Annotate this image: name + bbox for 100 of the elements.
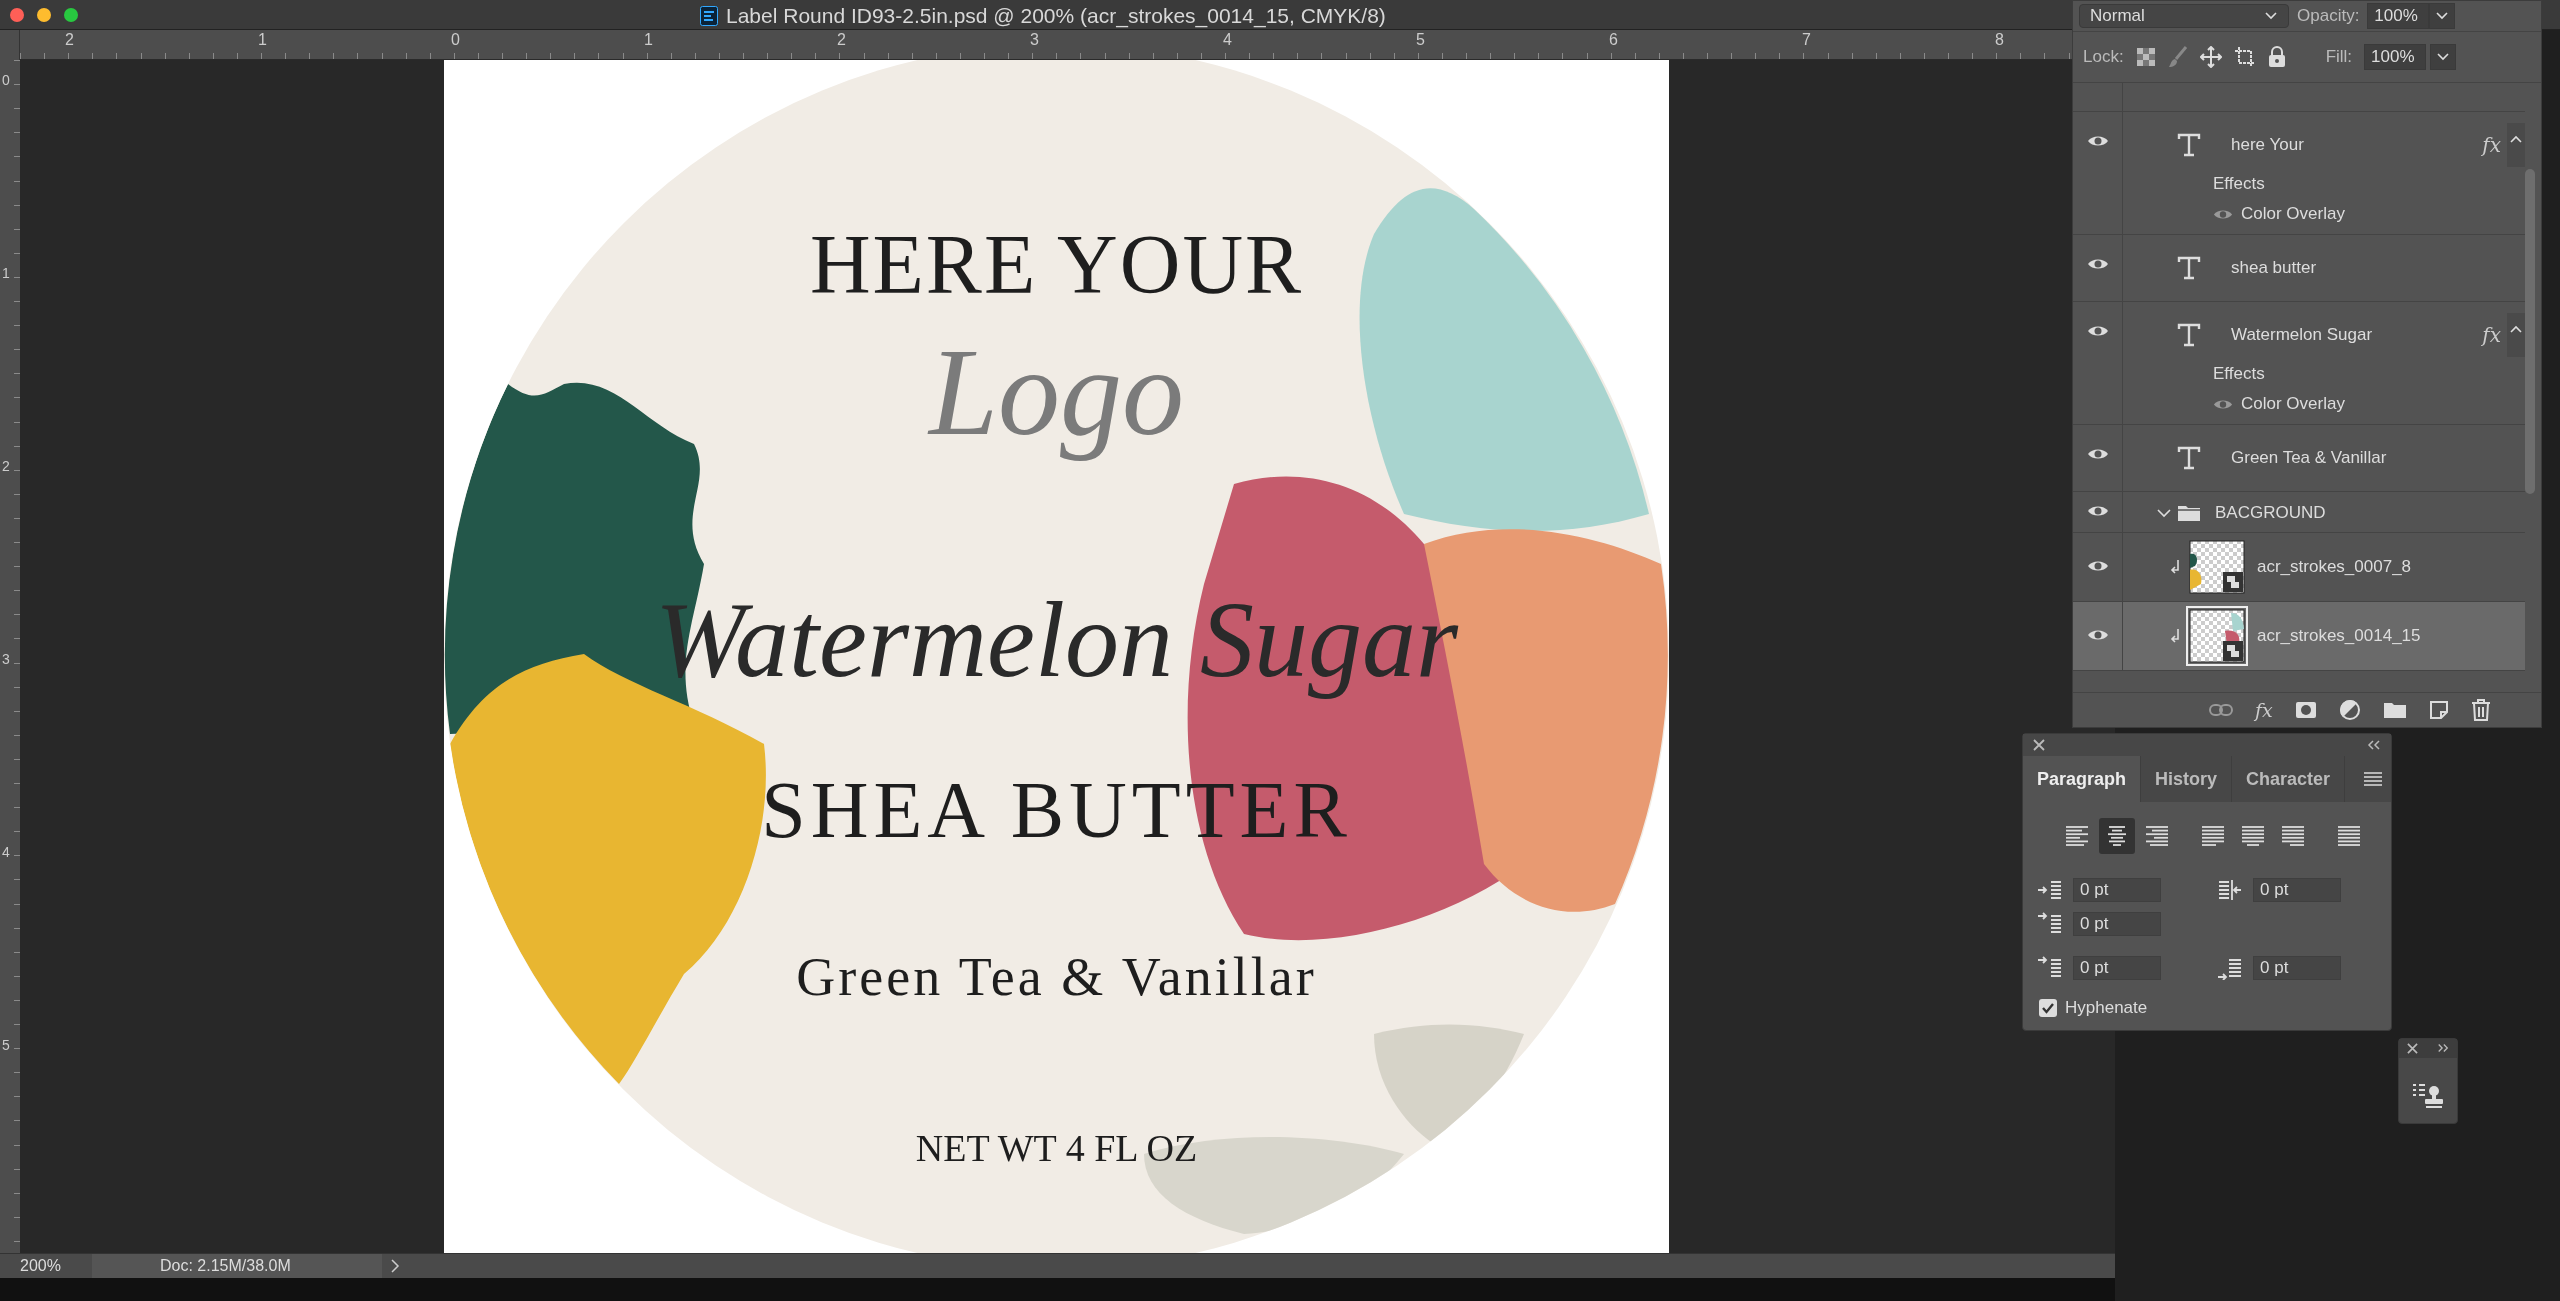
label-text: NET WT 4 FL OZ — [915, 1126, 1198, 1171]
layer-thumbnail — [2189, 609, 2245, 663]
caret-up-icon — [2510, 325, 2522, 333]
move-icon[interactable] — [2199, 46, 2222, 68]
caret-icon — [2264, 11, 2278, 21]
new-layer-icon[interactable] — [2428, 700, 2449, 720]
collapse-effects-button[interactable] — [2507, 123, 2525, 167]
layer-row[interactable]: here Your fx Effects Color Overlay — [2073, 112, 2525, 235]
text-layer-icon — [2177, 256, 2201, 280]
indent-icon — [2037, 878, 2063, 902]
eye-icon[interactable] — [2086, 257, 2109, 271]
file-icon — [700, 6, 718, 26]
align-icon — [2065, 825, 2089, 847]
ruler-label: 2 — [65, 31, 74, 49]
ruler-label: 3 — [2, 651, 10, 667]
folder-icon[interactable] — [2382, 701, 2407, 719]
spacing-field[interactable]: 0 pt — [2253, 878, 2341, 902]
padlock-icon[interactable] — [2267, 46, 2286, 68]
eye-icon[interactable] — [2086, 447, 2109, 461]
fill-dropdown-button[interactable] — [2430, 44, 2457, 70]
clipping-arrow-icon — [2169, 628, 2181, 644]
ruler-label: 5 — [2, 1037, 10, 1053]
window-close-button[interactable] — [10, 7, 24, 22]
ruler-label: 0 — [2, 72, 10, 88]
window-zoom-button[interactable] — [64, 7, 78, 22]
ruler-label: 1 — [2, 265, 10, 281]
paragraph-styles-icon[interactable] — [2412, 1082, 2444, 1108]
layer-effects-indicator[interactable]: fx — [2482, 323, 2501, 347]
caret-icon — [2436, 52, 2451, 62]
spacing-field[interactable]: 0 pt — [2253, 956, 2341, 980]
trash-icon[interactable] — [2470, 699, 2491, 721]
lock-transparent-pixels-icon[interactable] — [2135, 47, 2156, 67]
checkbox-label: Hyphenate — [2065, 998, 2148, 1018]
close-icon[interactable] — [2033, 739, 2045, 751]
align-icon — [2105, 825, 2129, 847]
layer-row[interactable]: shea butter — [2073, 235, 2525, 302]
window-minimize-button[interactable] — [37, 7, 51, 22]
layer-row[interactable]: acr_strokes_0014_15 — [2073, 602, 2525, 671]
eye-icon[interactable] — [2086, 559, 2109, 573]
layer-name: acr_strokes_0007_8 — [2257, 557, 2412, 577]
layer-name: acr_strokes_0014_15 — [2257, 626, 2421, 646]
zoom-level: 200% — [19, 1257, 62, 1275]
expand-icon[interactable] — [2437, 1043, 2449, 1053]
text-layer-icon — [2177, 323, 2201, 347]
spacing-field[interactable]: 0 pt — [2073, 956, 2161, 980]
indent-icon — [2037, 956, 2063, 980]
clipping-arrow-icon — [2169, 559, 2181, 575]
collapse-icon[interactable] — [2367, 740, 2381, 750]
ruler-label: 1 — [644, 31, 653, 49]
menu-icon[interactable] — [2363, 772, 2383, 786]
indent-icon — [2037, 912, 2063, 936]
align-icon — [2201, 825, 2225, 847]
ruler-label: 8 — [1995, 31, 2004, 49]
adjustment-layer-icon[interactable] — [2338, 699, 2361, 721]
ruler-label: 4 — [2, 844, 10, 860]
effects-label: Effects — [2213, 174, 2266, 194]
label-text: Logo — [926, 323, 1185, 463]
layer-row[interactable]: Green Tea & Vanillar — [2073, 425, 2525, 492]
ruler-label: 2 — [2, 458, 10, 474]
ruler-label: 7 — [1802, 31, 1811, 49]
align-icon — [2241, 825, 2265, 847]
effect-row[interactable]: Color Overlay — [2213, 204, 2525, 224]
close-icon[interactable] — [2407, 1043, 2418, 1054]
window-title: Label Round ID93-2.5in.psd @ 200% (acr_strokes_0014_15, CMYK/8) — [726, 4, 1386, 28]
lock-label: Lock: — [2083, 47, 2124, 67]
ruler-label: 1 — [258, 31, 267, 49]
align-icon — [2337, 825, 2361, 847]
align-icon — [2281, 825, 2305, 847]
panel-tab[interactable]: Paragraph — [2023, 756, 2142, 802]
checkbox[interactable] — [2039, 999, 2057, 1017]
eye-icon[interactable] — [2086, 504, 2109, 518]
mask-icon[interactable] — [2294, 701, 2317, 719]
chevron-right-icon[interactable] — [390, 1258, 400, 1274]
opacity-dropdown-button[interactable] — [2429, 3, 2456, 29]
fill-field[interactable]: 100% — [2364, 44, 2427, 70]
spacing-field[interactable]: 0 pt — [2073, 912, 2161, 936]
link-icon[interactable] — [2209, 703, 2233, 717]
eye-icon[interactable] — [2213, 397, 2233, 411]
collapse-effects-button[interactable] — [2507, 313, 2525, 357]
eye-icon[interactable] — [2213, 207, 2233, 221]
opacity-field[interactable]: 100% — [2367, 3, 2430, 29]
eye-icon[interactable] — [2086, 628, 2109, 642]
document-info: Doc: 2.15M/38.0M — [92, 1254, 382, 1278]
align-button[interactable] — [2099, 818, 2135, 854]
add-layer-style-button[interactable]: fx — [2255, 699, 2273, 721]
ruler-label: 6 — [1609, 31, 1618, 49]
eye-icon[interactable] — [2086, 324, 2109, 338]
eye-icon[interactable] — [2086, 134, 2109, 148]
scrollbar-thumb[interactable] — [2525, 169, 2535, 494]
ruler-label: 5 — [1416, 31, 1425, 49]
crop-icon[interactable] — [2233, 46, 2256, 68]
layer-effects-indicator[interactable]: fx — [2482, 133, 2501, 157]
chevron-down-icon[interactable] — [2157, 508, 2171, 518]
layer-row[interactable]: acr_strokes_0007_8 — [2073, 533, 2525, 602]
ruler-label: 4 — [1223, 31, 1232, 49]
layer-row[interactable]: Watermelon Sugar fx Effects Color Overlay — [2073, 302, 2525, 425]
layer-row[interactable]: BACGROUND — [2073, 492, 2525, 533]
spacing-field[interactable]: 0 pt — [2073, 878, 2161, 902]
effect-row[interactable]: Color Overlay — [2213, 394, 2525, 414]
blend-mode-dropdown[interactable]: Normal — [2079, 4, 2289, 28]
